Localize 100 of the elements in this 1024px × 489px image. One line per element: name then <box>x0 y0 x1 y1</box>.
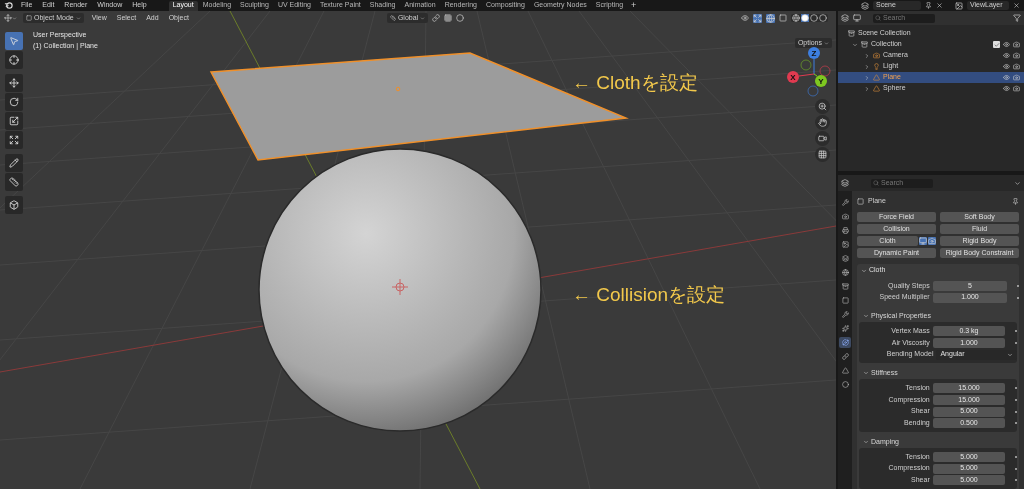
chevron-down-icon <box>1007 351 1013 358</box>
collection-icon <box>848 30 855 37</box>
lightbulb-icon <box>873 63 880 70</box>
grid-view-button[interactable] <box>815 147 830 162</box>
editor-type-icon[interactable] <box>841 179 849 187</box>
render-icon[interactable] <box>1013 74 1020 81</box>
render-icon[interactable] <box>1013 63 1020 70</box>
rotate-tool-button[interactable] <box>5 93 23 111</box>
constraints-tab[interactable] <box>839 351 851 362</box>
filter-icon[interactable] <box>1013 14 1021 22</box>
chevron-down-icon <box>863 313 869 320</box>
axis-handle-icon[interactable] <box>800 59 812 71</box>
search-icon <box>873 180 879 186</box>
render-tab[interactable] <box>839 211 851 222</box>
view-layer-icon[interactable] <box>955 1 963 10</box>
hand-icon <box>818 118 827 127</box>
render-icon[interactable] <box>1013 52 1020 59</box>
axis-handle-icon[interactable] <box>819 65 831 77</box>
printer-icon <box>841 227 849 234</box>
chevron-down-icon <box>12 15 17 21</box>
view-layer-tab[interactable] <box>839 239 851 250</box>
wireframe-shading-icon[interactable] <box>792 14 800 22</box>
circle-icon[interactable] <box>456 14 465 22</box>
measure-tool-button[interactable] <box>5 173 23 191</box>
pin-icon[interactable] <box>1012 197 1019 205</box>
particles-tab[interactable] <box>839 323 851 334</box>
output-tab[interactable] <box>839 225 851 236</box>
app-logo-icon[interactable] <box>4 1 13 10</box>
close-icon[interactable] <box>936 2 943 9</box>
rendered-shading-icon[interactable] <box>819 14 827 22</box>
annotation-text: ← Collisionを設定 <box>572 283 726 307</box>
visibility-icon[interactable] <box>1003 85 1010 92</box>
chevron-down-icon <box>863 370 869 377</box>
gizmo-toggle-icon[interactable] <box>753 13 762 23</box>
select-tool-button[interactable] <box>5 32 23 50</box>
render-icon[interactable] <box>1013 41 1020 48</box>
chevron-down-icon <box>75 15 81 21</box>
camera-view-button[interactable] <box>815 131 830 146</box>
view-icon[interactable] <box>853 14 861 22</box>
chevron-down-icon <box>861 267 867 274</box>
physics-tab[interactable] <box>839 337 851 348</box>
add-workspace-button[interactable]: + <box>628 0 640 13</box>
search-icon <box>875 15 881 21</box>
render-toggle-icon[interactable] <box>928 237 936 245</box>
link-icon[interactable] <box>432 14 441 22</box>
overlay-toggle-icon[interactable] <box>766 13 775 23</box>
scale-icon <box>9 116 19 126</box>
material-shading-icon[interactable] <box>810 14 818 22</box>
annotate-tool-button[interactable] <box>5 154 23 172</box>
layers-icon <box>841 255 849 262</box>
z-axis-handle[interactable]: Z <box>808 47 820 59</box>
y-axis-line <box>813 73 818 77</box>
solid-shading-icon[interactable] <box>801 14 809 22</box>
move-arrows-icon <box>4 14 12 22</box>
options-icon[interactable] <box>1014 179 1021 187</box>
move-tool-button[interactable] <box>5 74 23 92</box>
visibility-icon[interactable] <box>1003 74 1010 81</box>
annotation-text: ← Clothを設定 <box>572 71 698 95</box>
axes-icon <box>389 15 396 21</box>
pan-button[interactable] <box>815 115 830 130</box>
editor-type-button[interactable] <box>4 14 17 22</box>
cube-icon <box>9 200 19 210</box>
cursor-tool-button[interactable] <box>5 51 23 69</box>
axis-handle-icon[interactable] <box>807 85 819 97</box>
visibility-icon[interactable] <box>1003 63 1010 70</box>
wrench-icon <box>841 311 849 318</box>
scene-tab[interactable] <box>839 253 851 264</box>
visibility-icon[interactable] <box>1003 41 1010 48</box>
orbit-icon <box>841 339 849 346</box>
pin-icon[interactable] <box>925 2 932 9</box>
display-mode-icon[interactable] <box>841 14 849 22</box>
x-axis-handle[interactable]: X <box>787 71 799 83</box>
material-tab[interactable] <box>839 379 851 390</box>
zoom-icon <box>818 102 827 111</box>
y-axis-handle[interactable]: Y <box>815 75 827 87</box>
checkbox[interactable] <box>993 41 1000 48</box>
pencil-icon <box>9 158 19 168</box>
close-icon[interactable] <box>1013 2 1020 9</box>
transform-tool-button[interactable] <box>5 131 23 149</box>
render-icon[interactable] <box>1013 85 1020 92</box>
viewport-toggle-icon[interactable] <box>919 237 927 245</box>
visibility-icon[interactable] <box>741 14 749 22</box>
transform-icon <box>9 135 19 145</box>
tool-tab[interactable] <box>839 197 851 208</box>
expand-icon[interactable] <box>852 41 858 48</box>
z-axis-line <box>813 58 815 75</box>
video-camera-icon <box>818 134 827 143</box>
xray-icon[interactable] <box>779 14 787 22</box>
move-arrows-icon <box>9 78 19 88</box>
world-tab[interactable] <box>839 267 851 278</box>
scene-icon[interactable] <box>861 1 869 10</box>
visibility-icon[interactable] <box>1003 52 1010 59</box>
add-cube-tool-button[interactable] <box>5 196 23 214</box>
modifiers-tab[interactable] <box>839 309 851 320</box>
data-tab[interactable] <box>839 365 851 376</box>
collection-tab[interactable] <box>839 281 851 292</box>
scale-tool-button[interactable] <box>5 112 23 130</box>
sparkles-icon <box>841 325 849 332</box>
object-tab[interactable] <box>839 295 851 306</box>
zoom-button[interactable] <box>815 99 830 114</box>
